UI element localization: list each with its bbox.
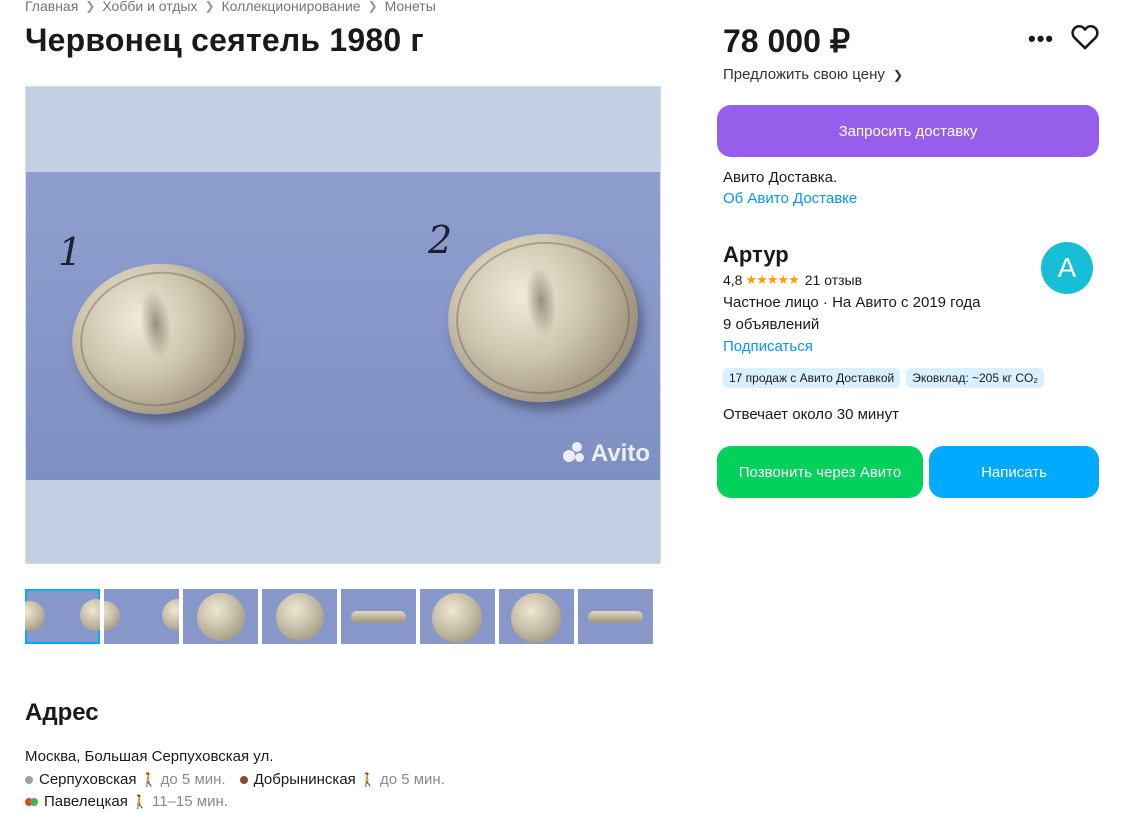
reviews-link[interactable]: 21 отзыв <box>805 272 862 288</box>
metro-time: до 5 мин. <box>160 771 226 788</box>
address-title: Адрес <box>25 699 99 726</box>
chevron-right-icon: ❯ <box>893 68 904 82</box>
walk-icon: 🚶 <box>140 771 157 787</box>
rating-value: 4,8 <box>723 272 743 288</box>
avatar[interactable]: А <box>1041 242 1093 294</box>
reply-time: Отвечает около 30 минут <box>723 406 899 423</box>
breadcrumb-hobby[interactable]: Хобби и отдых <box>102 0 197 14</box>
write-button[interactable]: Написать <box>929 446 1099 498</box>
address-line: Москва, Большая Серпуховская ул. <box>25 748 274 765</box>
offer-price-label: Предложить свою цену <box>723 66 885 83</box>
avito-watermark: Avito <box>562 440 650 468</box>
seller-name[interactable]: Артур <box>723 242 789 268</box>
thumbnail[interactable] <box>341 589 416 644</box>
thumbnail[interactable] <box>420 589 495 644</box>
subscribe-link[interactable]: Подписаться <box>723 338 813 355</box>
thumbnail[interactable] <box>499 589 574 644</box>
seller-badges: 17 продаж с Авито Доставкой Эковклад: ~2… <box>723 368 1044 388</box>
delivery-text: Авито Доставка. <box>723 169 838 186</box>
metro-line-dot <box>239 775 248 784</box>
thumbnail[interactable] <box>578 589 653 644</box>
chevron-right-icon: ❯ <box>204 0 215 13</box>
breadcrumb: Главная ❯ Хобби и отдых ❯ Коллекциониров… <box>25 0 436 14</box>
thumbnail[interactable] <box>262 589 337 644</box>
thumbnail[interactable] <box>183 589 258 644</box>
star-icon: ★★★★★ <box>745 272 799 287</box>
call-button[interactable]: Позвонить через Авито <box>717 446 923 498</box>
walk-icon: 🚶 <box>359 771 376 787</box>
gallery-main-image[interactable]: 1 2 Avito <box>25 86 661 564</box>
metro-line-dot <box>30 797 38 806</box>
price: 78 000 ₽ <box>723 23 851 59</box>
metro-row: Серпуховская 🚶 до 5 мин. Добрынинская 🚶 до… <box>25 771 445 788</box>
page-title: Червонец сеятель 1980 г <box>25 22 424 58</box>
heart-icon[interactable] <box>1071 24 1099 50</box>
metro-station: Добрынинская <box>253 771 356 788</box>
seller-rating: 4,8 ★★★★★ 21 отзыв <box>723 272 862 288</box>
chevron-right-icon: ❯ <box>367 0 378 13</box>
request-delivery-button[interactable]: Запросить доставку <box>717 105 1099 157</box>
seller-ads-count[interactable]: 9 объявлений <box>723 316 819 333</box>
coin-label-2: 2 <box>428 218 453 262</box>
breadcrumb-coins[interactable]: Монеты <box>385 0 436 14</box>
status-badge[interactable]: Эковклад: ~205 кг CO₂ <box>906 368 1044 388</box>
coin-image-1 <box>62 252 254 426</box>
watermark-text: Avito <box>590 440 650 467</box>
thumbnail[interactable] <box>104 589 179 644</box>
gallery-thumbnails <box>25 589 653 644</box>
breadcrumb-collecting[interactable]: Коллекционирование <box>222 0 361 14</box>
coin-photo: 1 2 Avito <box>26 172 660 480</box>
more-options-icon[interactable]: ••• <box>1028 26 1054 52</box>
metro-station: Серпуховская <box>39 771 137 788</box>
coin-image-2 <box>439 224 647 412</box>
metro-time: до 5 мин. <box>379 771 445 788</box>
offer-price-link[interactable]: Предложить свою цену ❯ <box>723 66 903 83</box>
metro-time: 11–15 мин. <box>152 793 228 810</box>
breadcrumb-home[interactable]: Главная <box>25 0 78 14</box>
chevron-right-icon: ❯ <box>85 0 96 13</box>
walk-icon: 🚶 <box>131 793 148 809</box>
metro-line-dot <box>25 775 33 784</box>
status-badge[interactable]: 17 продаж с Авито Доставкой <box>723 368 901 388</box>
coin-label-1: 1 <box>58 230 83 274</box>
avito-logo-icon <box>562 442 587 466</box>
metro-station: Павелецкая <box>44 793 128 810</box>
thumbnail[interactable] <box>25 589 100 644</box>
about-delivery-link[interactable]: Об Авито Доставке <box>723 190 857 207</box>
metro-row: Павелецкая 🚶 11–15 мин. <box>25 793 228 810</box>
seller-type: Частное лицо · На Авито с 2019 года <box>723 294 981 311</box>
